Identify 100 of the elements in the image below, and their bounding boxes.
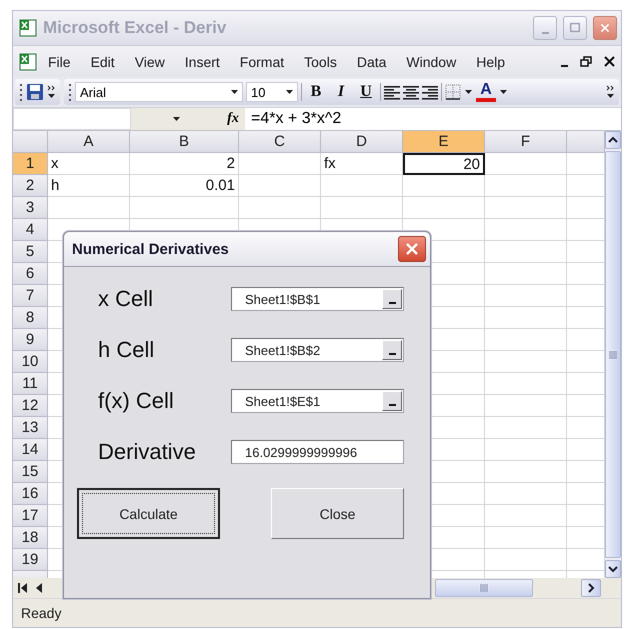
close-button[interactable] [398,236,426,262]
vertical-scrollbar[interactable] [605,131,621,578]
window-title: Microsoft Excel - Deriv [43,18,228,38]
dropdown-caret-icon [172,115,180,124]
name-box[interactable] [13,108,131,130]
select-all-button[interactable] [13,131,48,154]
horizontal-scrollbar[interactable] [435,579,533,598]
row-header[interactable]: 4 [13,219,48,242]
table-cell: 20 [403,153,485,176]
column-header[interactable] [567,131,605,154]
menu-item[interactable]: Insert [176,50,229,73]
cell-reference-field[interactable]: Sheet1!$B$2 [231,338,404,362]
align-right-icon [422,84,438,100]
dialog-button[interactable]: Close [271,488,404,540]
table-cell: fx [321,153,403,176]
result-field[interactable]: 16.0299999999996 [231,440,404,464]
underline-button[interactable]: U [355,83,377,102]
column-header[interactable]: C [239,131,321,154]
toolbar-grip-icon [68,82,72,102]
dialog-button[interactable]: Calculate [77,488,220,540]
row-header[interactable]: 8 [13,307,48,330]
minimize-icon [561,64,568,67]
menu-item[interactable]: Window [397,50,466,73]
table-cell: x [48,153,130,176]
close-icon [405,242,419,256]
menu-item[interactable]: Help [467,50,514,73]
font-size-field[interactable]: 10 [246,82,298,102]
excel-logo-icon [19,18,37,37]
cell-reference-field[interactable]: Sheet1!$B$1 [231,287,404,312]
field-label: h Cell [98,337,154,364]
menu-item[interactable]: Tools [295,50,346,73]
font-color-button[interactable]: A [476,82,496,102]
caret-icon [499,88,508,96]
scroll-right-button[interactable] [581,579,601,598]
restore-icon [580,56,592,68]
status-text: Ready [21,605,62,622]
field-label: Derivative [98,439,196,466]
minimize-button[interactable] [533,16,557,40]
row-header[interactable]: 15 [13,461,48,484]
column-header[interactable]: A [48,131,130,154]
menu-item[interactable]: Edit [82,50,124,73]
row-header[interactable]: 12 [13,395,48,418]
align-left-icon [384,84,400,100]
row-header[interactable]: 17 [13,505,48,528]
column-header[interactable]: D [321,131,403,154]
column-header[interactable]: E [403,131,485,154]
minimize-icon [542,32,548,34]
menu-item[interactable]: Data [348,50,396,73]
table-cell: h [48,175,130,198]
row-header[interactable]: 3 [13,197,48,220]
toolbar-grip-icon [19,82,23,102]
borders-icon [445,84,461,100]
row-header[interactable]: 14 [13,439,48,462]
row-header[interactable]: 19 [13,549,48,572]
collapse-button[interactable] [382,289,402,310]
close-button[interactable] [593,16,617,40]
collapse-button[interactable] [382,391,402,412]
grip-icon [480,583,488,594]
menu-item[interactable]: View [126,50,174,73]
font-name-field[interactable]: Arial [75,82,243,102]
table-cell: 0.01 [130,175,239,198]
bold-button[interactable]: B [305,83,327,102]
menu-item[interactable]: File [39,50,80,73]
row-header[interactable]: 10 [13,351,48,374]
menu-item[interactable]: Format [230,50,294,73]
previous-sheet-icon [34,581,44,596]
field-label: x Cell [98,286,154,312]
row-header[interactable]: 2 [13,175,48,198]
maximize-button[interactable] [563,16,587,40]
row-header[interactable]: 18 [13,527,48,550]
formula-text[interactable]: =4*x + 3*x^2 [245,110,342,128]
column-header[interactable]: F [485,131,567,154]
collapse-button[interactable] [382,340,402,360]
dialog-title: Numerical Derivatives [72,240,230,258]
overflow-icon [606,84,615,100]
workbook-icon [19,52,37,71]
align-center-icon [403,84,419,100]
overflow-icon [47,84,56,100]
italic-button[interactable]: I [330,83,352,102]
column-header[interactable]: B [130,131,239,154]
save-icon [26,83,44,102]
row-header[interactable]: 1 [13,153,48,176]
row-header[interactable]: 5 [13,241,48,264]
caret-icon [464,88,473,96]
table-cell: 2 [130,153,239,176]
row-header[interactable]: 11 [13,373,48,396]
cell-reference-field[interactable]: Sheet1!$E$1 [231,389,404,414]
dropdown-caret-icon [230,88,239,96]
row-header[interactable]: 9 [13,329,48,352]
row-header[interactable]: 7 [13,285,48,308]
close-icon [604,56,615,68]
scroll-down-icon [608,565,618,574]
scroll-right-icon [587,583,595,594]
row-header[interactable]: 6 [13,263,48,286]
insert-function-button[interactable]: fx [221,108,245,130]
first-sheet-icon [17,581,28,596]
row-header[interactable]: 13 [13,417,48,440]
grip-icon [608,350,618,359]
row-header[interactable]: 16 [13,483,48,506]
maximize-icon [570,21,580,34]
